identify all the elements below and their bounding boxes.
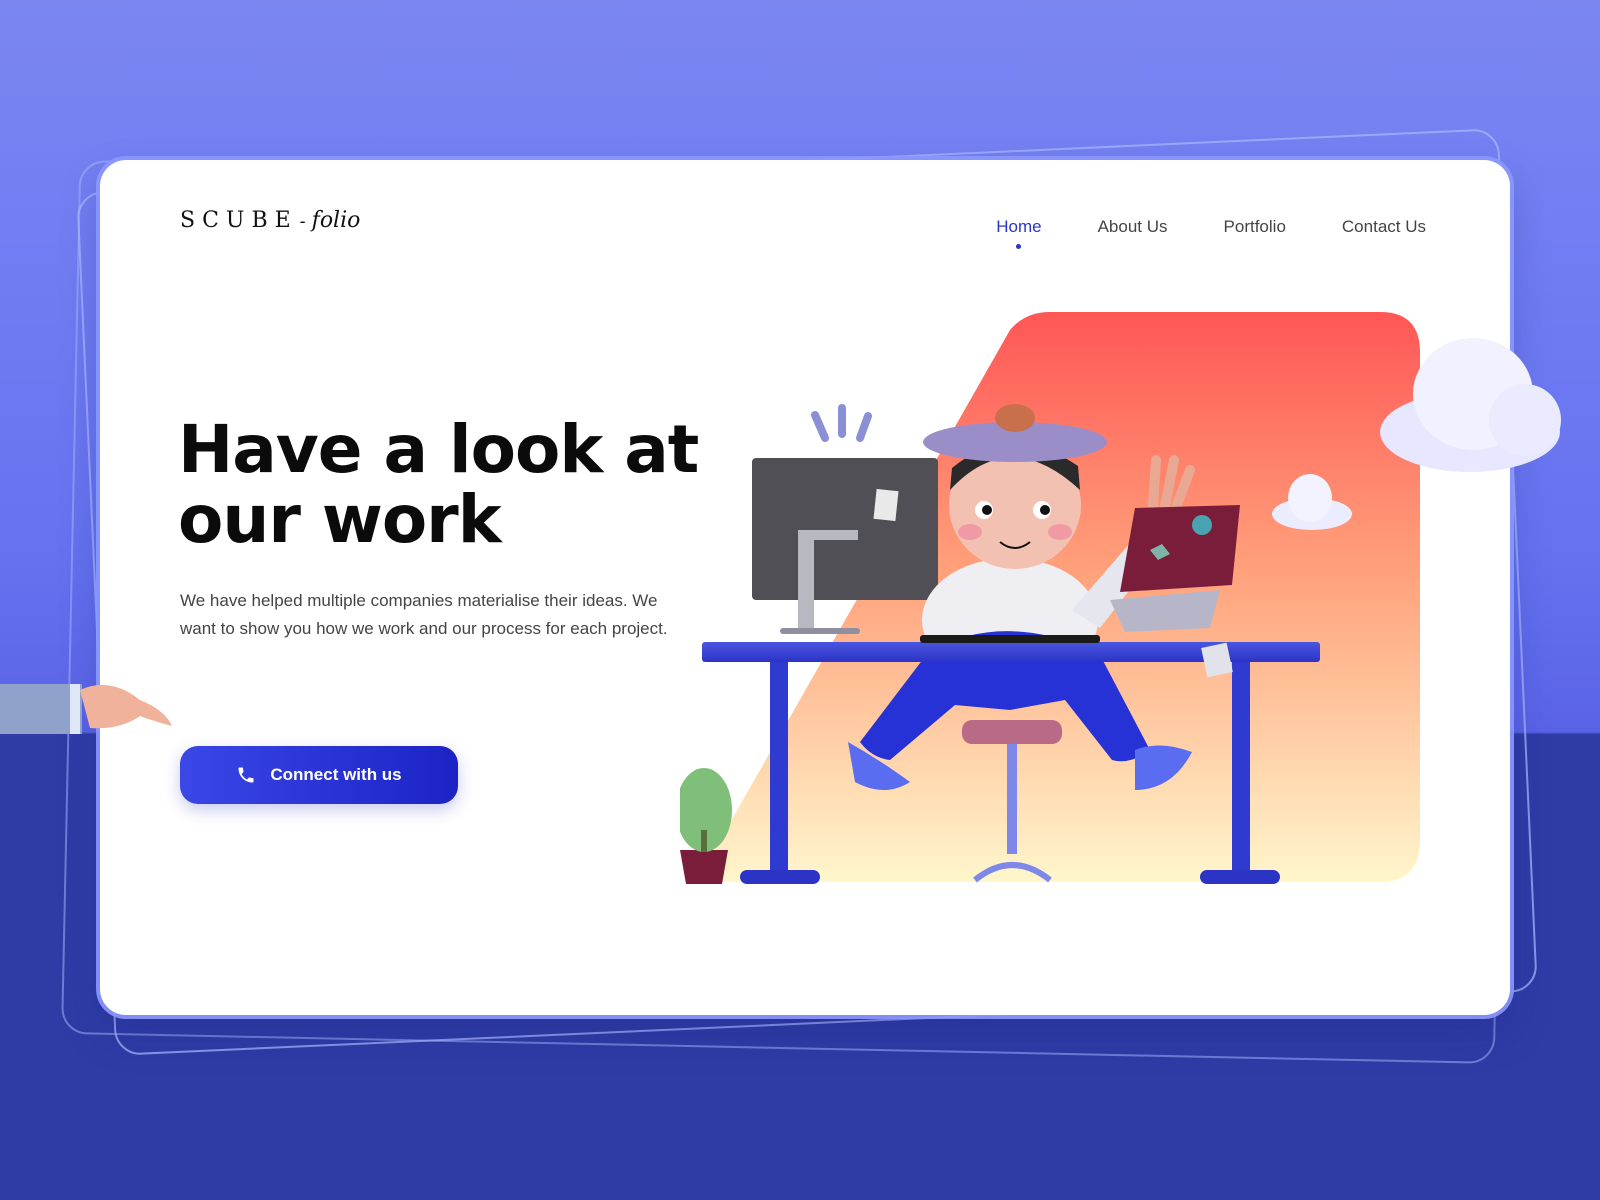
- nav-portfolio[interactable]: Portfolio: [1224, 217, 1286, 237]
- hero-description: We have helped multiple companies materi…: [180, 591, 668, 638]
- large-cloud: [1380, 338, 1561, 472]
- brand-separator: -: [299, 211, 306, 231]
- brand-name: SCUBE: [180, 208, 298, 233]
- brand-logo[interactable]: SCUBE - folio: [180, 208, 360, 233]
- nav-about-us[interactable]: About Us: [1098, 217, 1168, 237]
- phone-icon: [238, 767, 254, 783]
- headline-line-2: our work: [178, 481, 502, 558]
- sparkle-lines: [811, 404, 872, 442]
- connect-button[interactable]: Connect with us: [180, 746, 458, 804]
- small-cloud: [1272, 474, 1352, 530]
- main-nav: Home About Us Portfolio Contact Us: [996, 217, 1426, 249]
- landing-card: SCUBE - folio Home About Us Portfolio Co…: [100, 160, 1510, 1015]
- pointing-hand: [0, 684, 172, 734]
- plant: [680, 768, 732, 884]
- hero-illustration: [680, 312, 1420, 884]
- headline-line-1: Have a look at: [178, 411, 699, 488]
- hero-headline: Have a look at our work: [178, 415, 738, 555]
- brand-script: folio: [311, 208, 361, 233]
- nav-home[interactable]: Home: [996, 217, 1042, 249]
- nav-contact-us[interactable]: Contact Us: [1342, 217, 1426, 237]
- connect-button-label: Connect with us: [270, 765, 402, 784]
